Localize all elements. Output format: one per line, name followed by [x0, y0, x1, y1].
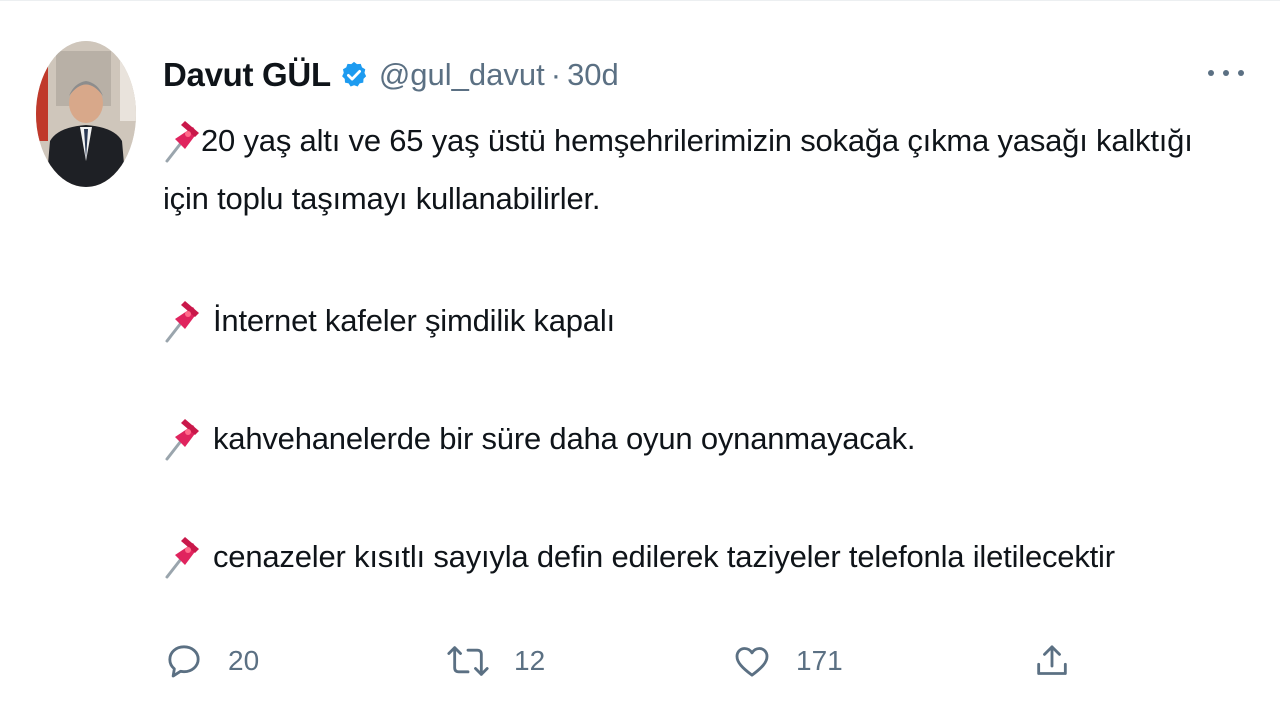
tweet-text: İnternet kafeler şimdilik kapalı	[213, 303, 615, 338]
avatar[interactable]	[36, 41, 136, 187]
verified-badge-icon	[339, 60, 369, 90]
tweet-text: kahvehanelerde bir süre daha oyun oynanm…	[213, 421, 916, 456]
author-name[interactable]: Davut GÜL	[163, 56, 331, 94]
tweet-line: kahvehanelerde bir süre daha oyun oynanm…	[163, 417, 916, 461]
tweet-actions: 20 12 171	[160, 633, 1260, 689]
tweet-text: cenazeler kısıtlı sayıyla defin edilerek…	[213, 539, 1115, 574]
more-dot	[1208, 70, 1214, 76]
retweet-button[interactable]: 12	[446, 633, 545, 689]
tweet[interactable]: Davut GÜL @gul_davut · 30d 20 yaş altı v…	[0, 0, 1280, 720]
reply-button[interactable]: 20	[164, 633, 259, 689]
reply-count: 20	[228, 645, 260, 676]
tweet-line: 20 yaş altı ve 65 yaş üstü hemşehrilerim…	[163, 119, 1193, 163]
tweet-text: 20 yaş altı ve 65 yaş üstü hemşehrilerim…	[201, 123, 1193, 158]
like-button[interactable]: 171	[732, 633, 843, 689]
tweet-line: için toplu taşımayı kullanabilirler.	[163, 181, 601, 217]
reply-icon	[164, 641, 204, 681]
tweet-header: Davut GÜL @gul_davut · 30d	[163, 53, 619, 97]
share-icon	[1032, 641, 1072, 681]
author-handle[interactable]: @gul_davut	[379, 57, 545, 93]
tweet-line: cenazeler kısıtlı sayıyla defin edilerek…	[163, 535, 1115, 579]
share-button[interactable]	[1032, 633, 1072, 689]
tweet-text: için toplu taşımayı kullanabilirler.	[163, 181, 601, 216]
separator-dot: ·	[550, 57, 562, 92]
tweet-line: İnternet kafeler şimdilik kapalı	[163, 299, 615, 343]
pushpin-icon	[163, 417, 201, 461]
retweet-icon	[446, 641, 490, 681]
heart-icon	[732, 641, 772, 681]
more-dot	[1223, 70, 1229, 76]
like-count: 171	[796, 645, 843, 676]
pushpin-icon	[163, 119, 201, 163]
pushpin-icon	[163, 299, 201, 343]
more-icon[interactable]	[1208, 61, 1244, 85]
retweet-count: 12	[514, 645, 546, 676]
tweet-time[interactable]: 30d	[567, 57, 619, 93]
pushpin-icon	[163, 535, 201, 579]
more-dot	[1238, 70, 1244, 76]
